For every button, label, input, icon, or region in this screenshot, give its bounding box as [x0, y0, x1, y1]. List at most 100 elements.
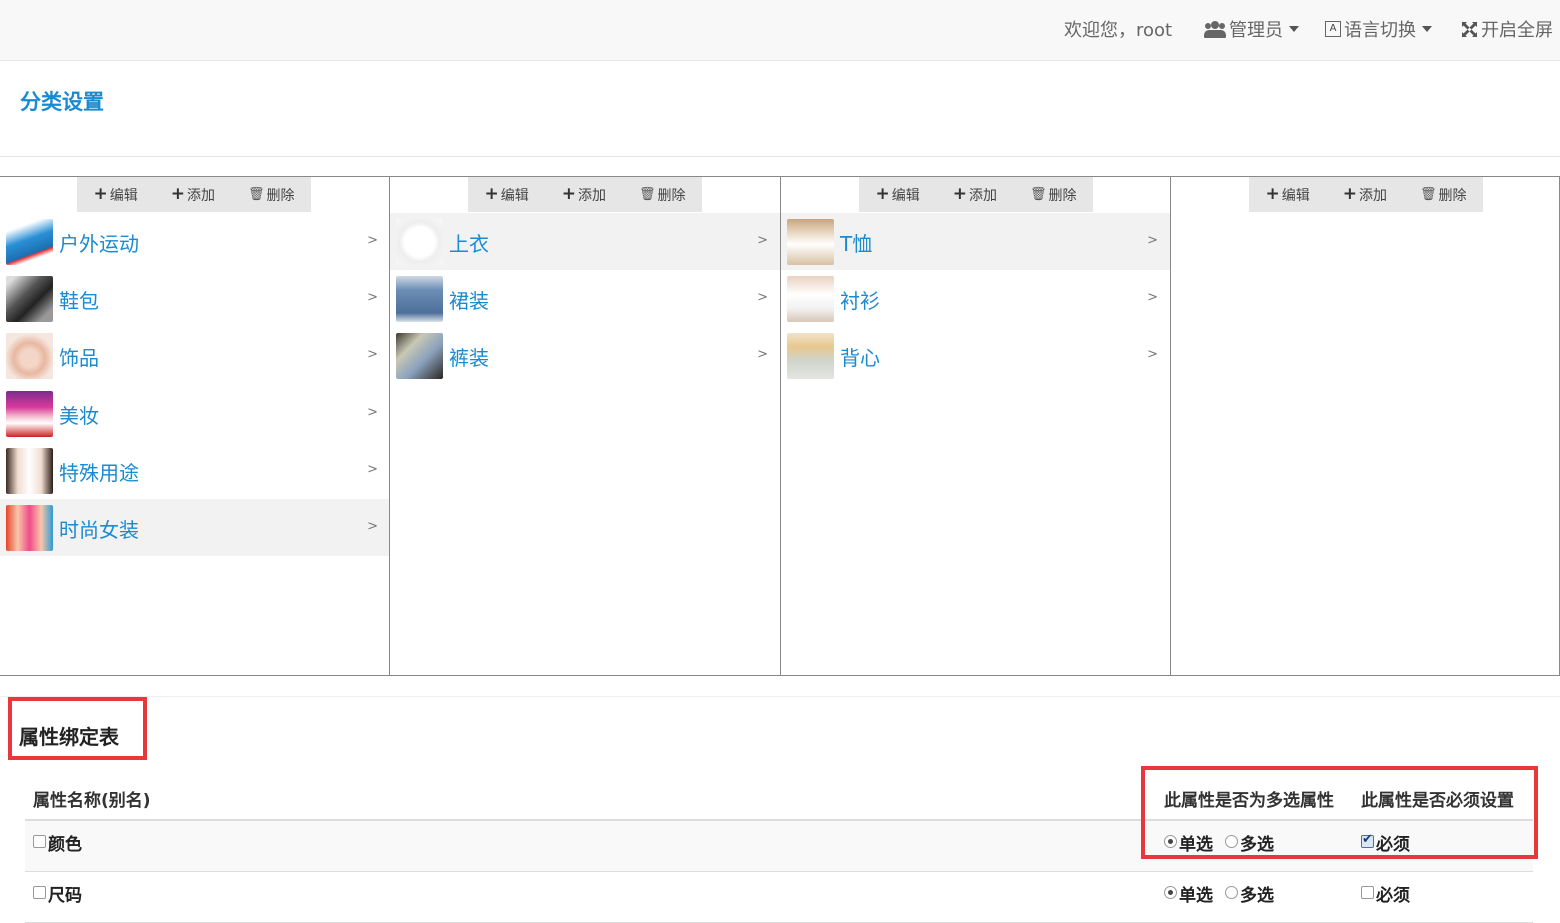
- category-item[interactable]: 上衣 >: [390, 213, 780, 270]
- edit-button[interactable]: + 编辑: [1265, 185, 1309, 205]
- category-name: 裙装: [449, 289, 489, 314]
- edit-label: 编辑: [891, 187, 920, 204]
- category-item[interactable]: 裙装 >: [390, 270, 780, 327]
- top-navbar: 欢迎您，root 管理员 A 语言切换 开启全屏: [0, 0, 1560, 61]
- plus-icon: +: [1342, 184, 1357, 204]
- attr-checkbox[interactable]: [33, 886, 46, 899]
- category-item[interactable]: 美妆 >: [0, 385, 390, 442]
- caret-down-icon: [1289, 26, 1299, 32]
- required-checkbox[interactable]: [1361, 886, 1374, 899]
- multi-radio[interactable]: [1225, 886, 1238, 899]
- delete-button[interactable]: 🗑 删除: [1420, 185, 1467, 205]
- add-button[interactable]: + 添加: [1343, 185, 1387, 205]
- language-icon: A: [1325, 21, 1341, 37]
- trash-icon: 🗑: [638, 187, 656, 202]
- category-item[interactable]: 户外运动 >: [0, 213, 390, 270]
- vest-image: [787, 333, 834, 380]
- plus-icon: +: [170, 184, 185, 204]
- language-label: 语言切换: [1344, 20, 1416, 41]
- add-label: 添加: [1358, 187, 1387, 204]
- attr-checkbox[interactable]: [33, 835, 46, 848]
- pants-image: [396, 333, 443, 380]
- page-title: 分类设置: [20, 90, 104, 114]
- fullscreen-label: 开启全屏: [1481, 20, 1553, 41]
- single-label: 单选: [1179, 886, 1213, 906]
- welcome-label: 欢迎您，root: [1064, 20, 1173, 41]
- category-name: 上衣: [449, 232, 489, 256]
- category-item[interactable]: 裤装 >: [390, 327, 780, 384]
- chevron-right-icon: >: [367, 519, 378, 534]
- category-name: 背心: [840, 346, 880, 371]
- category-column-1: + 编辑 + 添加 🗑 删除 户外运动 > 鞋包 > 饰品 > 美妆 > 特殊用途 > 时尚女装 >: [0, 177, 390, 675]
- category-name: 鞋包: [59, 289, 99, 314]
- tee-image: [787, 219, 834, 265]
- category-item[interactable]: 背心 >: [781, 327, 1170, 384]
- add-button[interactable]: + 添加: [171, 185, 215, 205]
- skirt-image: [396, 276, 443, 323]
- chevron-right-icon: >: [1147, 347, 1158, 363]
- divider: [0, 156, 1560, 157]
- tshirt-image: [396, 219, 443, 265]
- column-toolbar: + 编辑 + 添加 🗑 删除: [1249, 177, 1483, 212]
- category-item[interactable]: 鞋包 >: [0, 270, 390, 327]
- chevron-right-icon: >: [367, 347, 378, 363]
- women-fashion-image: [6, 505, 53, 551]
- add-label: 添加: [968, 187, 997, 204]
- category-item[interactable]: T恤 >: [781, 213, 1170, 270]
- category-name: 饰品: [59, 346, 99, 371]
- edit-label: 编辑: [109, 187, 138, 204]
- category-item[interactable]: 特殊用途 >: [0, 442, 390, 499]
- highlight-box: [8, 697, 147, 760]
- delete-button[interactable]: 🗑 删除: [639, 185, 686, 205]
- expand-icon: [1462, 21, 1477, 37]
- category-name: 美妆: [59, 403, 99, 428]
- shoes-image: [6, 276, 53, 323]
- delete-button[interactable]: 🗑 删除: [248, 185, 295, 205]
- highlight-box: [1141, 766, 1538, 859]
- delete-button[interactable]: 🗑 删除: [1030, 185, 1077, 205]
- edit-label: 编辑: [1281, 187, 1310, 204]
- add-button[interactable]: + 添加: [953, 185, 997, 205]
- category-item[interactable]: 饰品 >: [0, 327, 390, 384]
- plus-icon: +: [1265, 184, 1280, 204]
- chevron-right-icon: >: [367, 233, 378, 248]
- ring-image: [6, 333, 53, 380]
- category-column-4: + 编辑 + 添加 🗑 删除: [1170, 177, 1560, 675]
- fullscreen-button[interactable]: 开启全屏: [1461, 16, 1553, 42]
- column-toolbar: + 编辑 + 添加 🗑 删除: [859, 177, 1093, 212]
- trash-icon: 🗑: [1029, 187, 1047, 202]
- chevron-right-icon: >: [1147, 233, 1158, 248]
- edit-button[interactable]: + 编辑: [484, 185, 528, 205]
- chevron-right-icon: >: [367, 404, 378, 420]
- attr-name: 颜色: [48, 835, 82, 855]
- chevron-right-icon: >: [367, 290, 378, 306]
- plus-icon: +: [484, 184, 499, 204]
- column-toolbar: + 编辑 + 添加 🗑 删除: [468, 177, 702, 212]
- chevron-right-icon: >: [757, 290, 768, 306]
- single-radio[interactable]: [1164, 886, 1177, 899]
- category-item[interactable]: 衬衫 >: [781, 270, 1170, 327]
- category-name: 特殊用途: [59, 460, 139, 485]
- edit-button[interactable]: + 编辑: [875, 185, 919, 205]
- attr-name: 尺码: [48, 886, 82, 906]
- language-menu[interactable]: A 语言切换: [1325, 16, 1432, 42]
- trash-icon: 🗑: [247, 187, 265, 202]
- admin-label: 管理员: [1229, 20, 1283, 41]
- plus-icon: +: [952, 184, 967, 204]
- admin-menu[interactable]: 管理员: [1204, 16, 1299, 42]
- add-label: 添加: [577, 187, 606, 204]
- table-row: [25, 872, 1533, 922]
- chevron-right-icon: >: [1147, 290, 1158, 306]
- users-icon: [1204, 20, 1226, 38]
- delete-label: 删除: [1048, 187, 1077, 204]
- trash-icon: 🗑: [1419, 187, 1437, 202]
- plus-icon: +: [561, 184, 576, 204]
- divider: [0, 696, 1560, 697]
- delete-label: 删除: [266, 187, 295, 204]
- column-toolbar: + 编辑 + 添加 🗑 删除: [77, 177, 311, 212]
- add-button[interactable]: + 添加: [562, 185, 606, 205]
- edit-button[interactable]: + 编辑: [93, 185, 137, 205]
- category-item[interactable]: 时尚女装 >: [0, 499, 390, 556]
- chevron-right-icon: >: [757, 233, 768, 248]
- category-columns: + 编辑 + 添加 🗑 删除 户外运动 > 鞋包 > 饰品 > 美妆 > 特殊用途 > 时尚女装 > + 编辑 + 添加…: [0, 176, 1560, 676]
